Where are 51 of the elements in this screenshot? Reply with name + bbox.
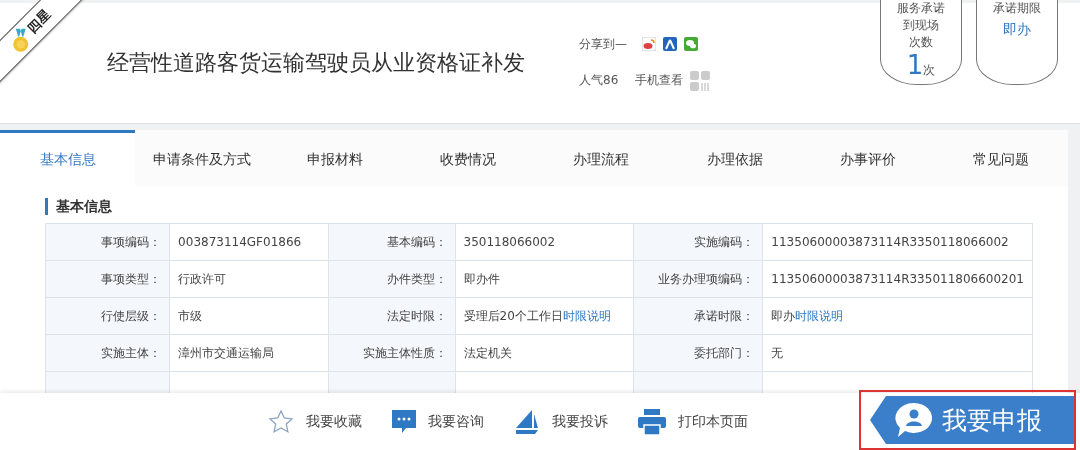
field-value-cell: 行政许可 — [169, 260, 329, 298]
tab[interactable]: 申报材料 — [268, 130, 402, 186]
field-label-cell: 实施主体性质： — [328, 334, 455, 372]
field-value-cell: 法定机关 — [455, 334, 634, 372]
tab[interactable]: 办事评价 — [801, 130, 935, 186]
share-label: 分享到— — [579, 35, 627, 53]
tab[interactable]: 基本信息 — [0, 130, 135, 186]
tab[interactable]: 常见问题 — [934, 130, 1068, 186]
tab[interactable]: 办理依据 — [668, 130, 802, 186]
field-label-cell: 实施编码： — [633, 223, 763, 261]
action-button[interactable]: 我要咨询 — [392, 409, 484, 434]
field-label-cell: 事项编码： — [45, 223, 170, 261]
field-label-cell: 业务办理项编码： — [633, 260, 763, 298]
field-value-cell: 即办件 — [455, 260, 634, 298]
field-value-cell: 350118066002 — [455, 223, 634, 261]
field-label-cell: 承诺时限： — [633, 297, 763, 335]
promise-value: 即办 — [1003, 21, 1031, 39]
tab[interactable]: 申请条件及方式 — [135, 130, 269, 186]
field-value-cell: 无 — [762, 334, 1033, 372]
mobile-view-label: 手机查看 — [635, 72, 684, 89]
promise-count: 1次 — [906, 51, 936, 82]
field-value-cell: 11350600003873114R3350118066002 — [762, 223, 1033, 261]
promise-label: 到现场 — [903, 17, 939, 34]
action-button[interactable]: 我要收藏 — [268, 408, 362, 435]
time-limit-link[interactable]: 时限说明 — [795, 308, 844, 323]
field-label-cell: 委托部门： — [633, 334, 763, 372]
field-label-cell: 基本编码： — [328, 223, 455, 261]
promise-label: 承诺期限 — [993, 0, 1041, 17]
field-label-cell: 行使层级： — [45, 297, 170, 335]
field-value-cell: 即办时限说明 — [762, 297, 1033, 335]
promise-label: 次数 — [909, 34, 933, 51]
tab[interactable]: 办理流程 — [534, 130, 669, 186]
field-value-cell: 漳州市交通运输局 — [169, 334, 329, 372]
action-button[interactable]: 打印本页面 — [638, 408, 748, 435]
field-value-cell: 市级 — [169, 297, 329, 335]
rating-label: 四星 — [23, 5, 55, 38]
promise-label: 服务承诺 — [897, 0, 945, 17]
field-label-cell: 实施主体： — [45, 334, 170, 372]
action-button[interactable]: 我要投诉 — [514, 408, 608, 435]
field-value-cell: 11350600003873114R335011806600201 — [762, 260, 1033, 298]
page-title: 经营性道路客货运输驾驶员从业资格证补发 — [107, 49, 526, 77]
apply-button[interactable]: 我要申报 — [870, 396, 1074, 444]
field-label-cell: 办件类型： — [328, 260, 455, 298]
tab[interactable]: 收费情况 — [401, 130, 535, 186]
section-heading: 基本信息 — [45, 198, 1068, 215]
field-value-cell: 受理后20个工作日时限说明 — [455, 297, 634, 335]
field-label-cell: 法定时限： — [328, 297, 455, 335]
popularity-count: 人气86 — [579, 72, 619, 89]
time-limit-link[interactable]: 时限说明 — [562, 308, 611, 323]
field-value-cell: 003873114GF01866 — [169, 223, 329, 261]
field-label-cell: 事项类型： — [45, 260, 170, 298]
